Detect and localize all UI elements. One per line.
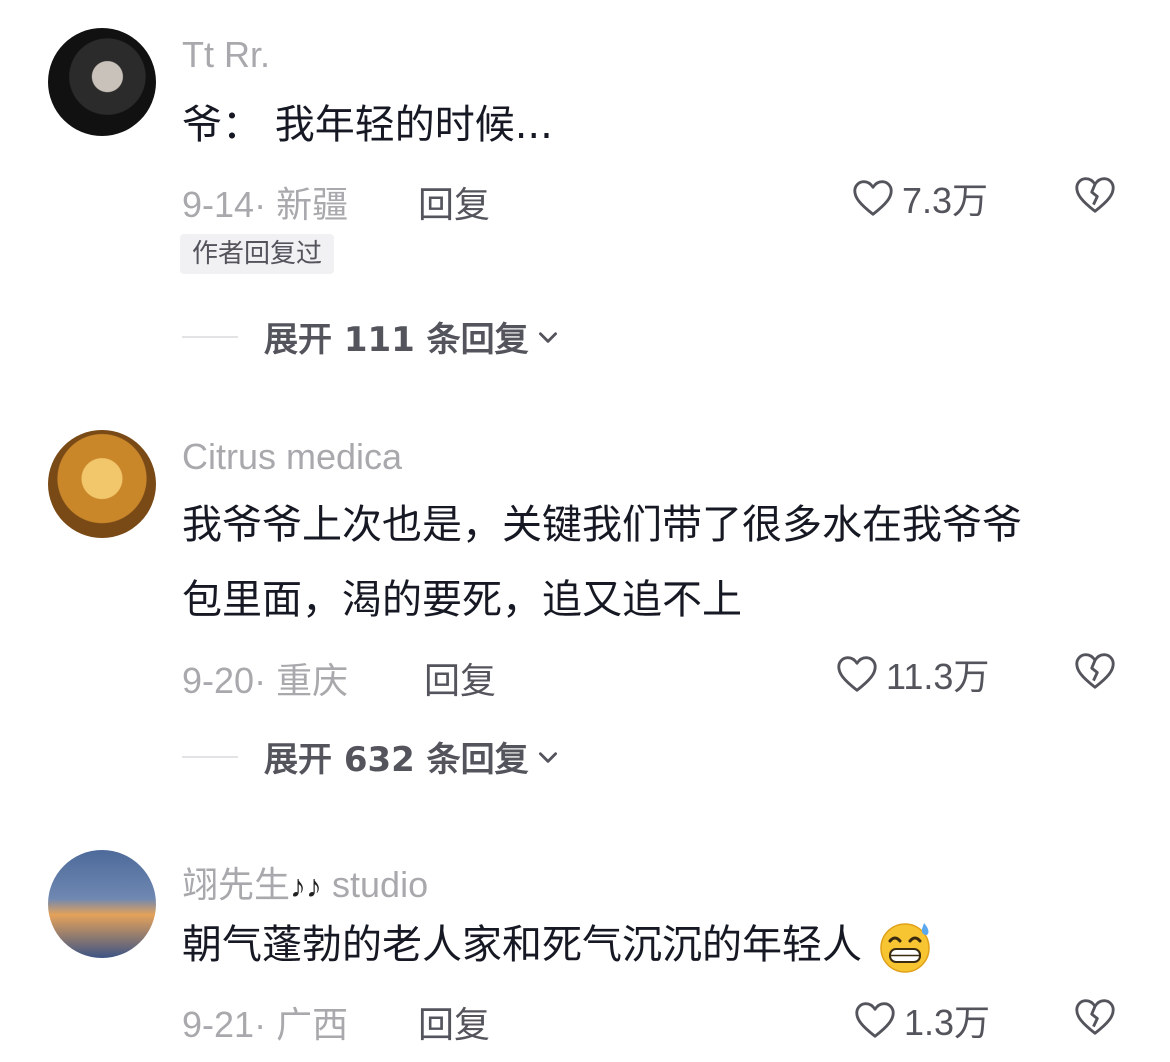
like-count: 11.3万 [886, 656, 990, 697]
comment-text-line: 我爷爷上次也是，关键我们带了很多水在我爷爷 [182, 502, 1022, 548]
avatar[interactable] [48, 430, 156, 538]
like-count: 7.3万 [902, 180, 989, 221]
like-button[interactable]: 11.3万 [834, 648, 989, 700]
heart-outline-icon [837, 656, 877, 692]
expand-replies-label: 展开 632 条回复 [264, 740, 529, 780]
like-button[interactable]: 7.3万 [850, 172, 988, 224]
comment-text[interactable]: 朝气蓬勃的老人家和死气沉沉的年轻人 [182, 908, 1142, 983]
username-suffix: studio [332, 864, 429, 905]
comment-text[interactable]: 爷： 我年轻的时候... [182, 88, 1142, 163]
comment-location: 广西 [276, 1004, 349, 1045]
comment-meta: 9-20· 重庆 [182, 660, 349, 701]
username[interactable]: 翊先生♪♪ studio [182, 856, 428, 908]
username[interactable]: Citrus medica [182, 436, 402, 478]
avatar[interactable] [48, 850, 156, 958]
comment-date: 9-21 [182, 1004, 255, 1045]
comment-text-line: 朝气蓬勃的老人家和死气沉沉的年轻人 [182, 922, 862, 968]
heart-outline-icon [853, 180, 893, 216]
comment-date: 9-14 [182, 184, 255, 225]
like-button[interactable]: 1.3万 [852, 994, 990, 1046]
expand-replies-button[interactable]: 展开 111 条回复 [182, 312, 561, 361]
comment-date: 9-20 [182, 660, 255, 701]
comment-text-line: 包里面，渴的要死，追又追不上 [182, 577, 742, 623]
chevron-down-icon [538, 331, 557, 343]
broken-heart-icon[interactable] [1072, 648, 1118, 694]
divider [182, 335, 238, 338]
avatar[interactable] [48, 28, 156, 136]
like-count: 1.3万 [904, 1002, 991, 1043]
broken-heart-icon[interactable] [1072, 172, 1118, 218]
comment-location: 新疆 [276, 184, 349, 225]
reply-button[interactable]: 回复 [418, 996, 490, 1048]
divider [182, 755, 238, 758]
comment-text[interactable]: 我爷爷上次也是，关键我们带了很多水在我爷爷 包里面，渴的要死，追又追不上 [182, 488, 1142, 638]
expand-replies-label: 展开 111 条回复 [264, 320, 529, 360]
expand-replies-button[interactable]: 展开 632 条回复 [182, 732, 561, 781]
comment-meta: 9-21· 广西 [182, 1004, 349, 1045]
heart-outline-icon [855, 1002, 895, 1038]
username-text: 翊先生 [182, 864, 291, 905]
comment-meta: 9-14· 新疆 [182, 184, 349, 225]
author-replied-badge: 作者回复过 [180, 234, 335, 274]
reply-button[interactable]: 回复 [424, 652, 496, 704]
music-note-icon: ♪♪ [290, 868, 323, 904]
comment-location: 重庆 [276, 660, 349, 701]
chevron-down-icon [538, 751, 557, 763]
username[interactable]: Tt Rr. [182, 34, 270, 76]
reply-button[interactable]: 回复 [418, 176, 490, 228]
grinning-sweat-emoji [879, 923, 930, 973]
broken-heart-icon[interactable] [1072, 994, 1118, 1040]
